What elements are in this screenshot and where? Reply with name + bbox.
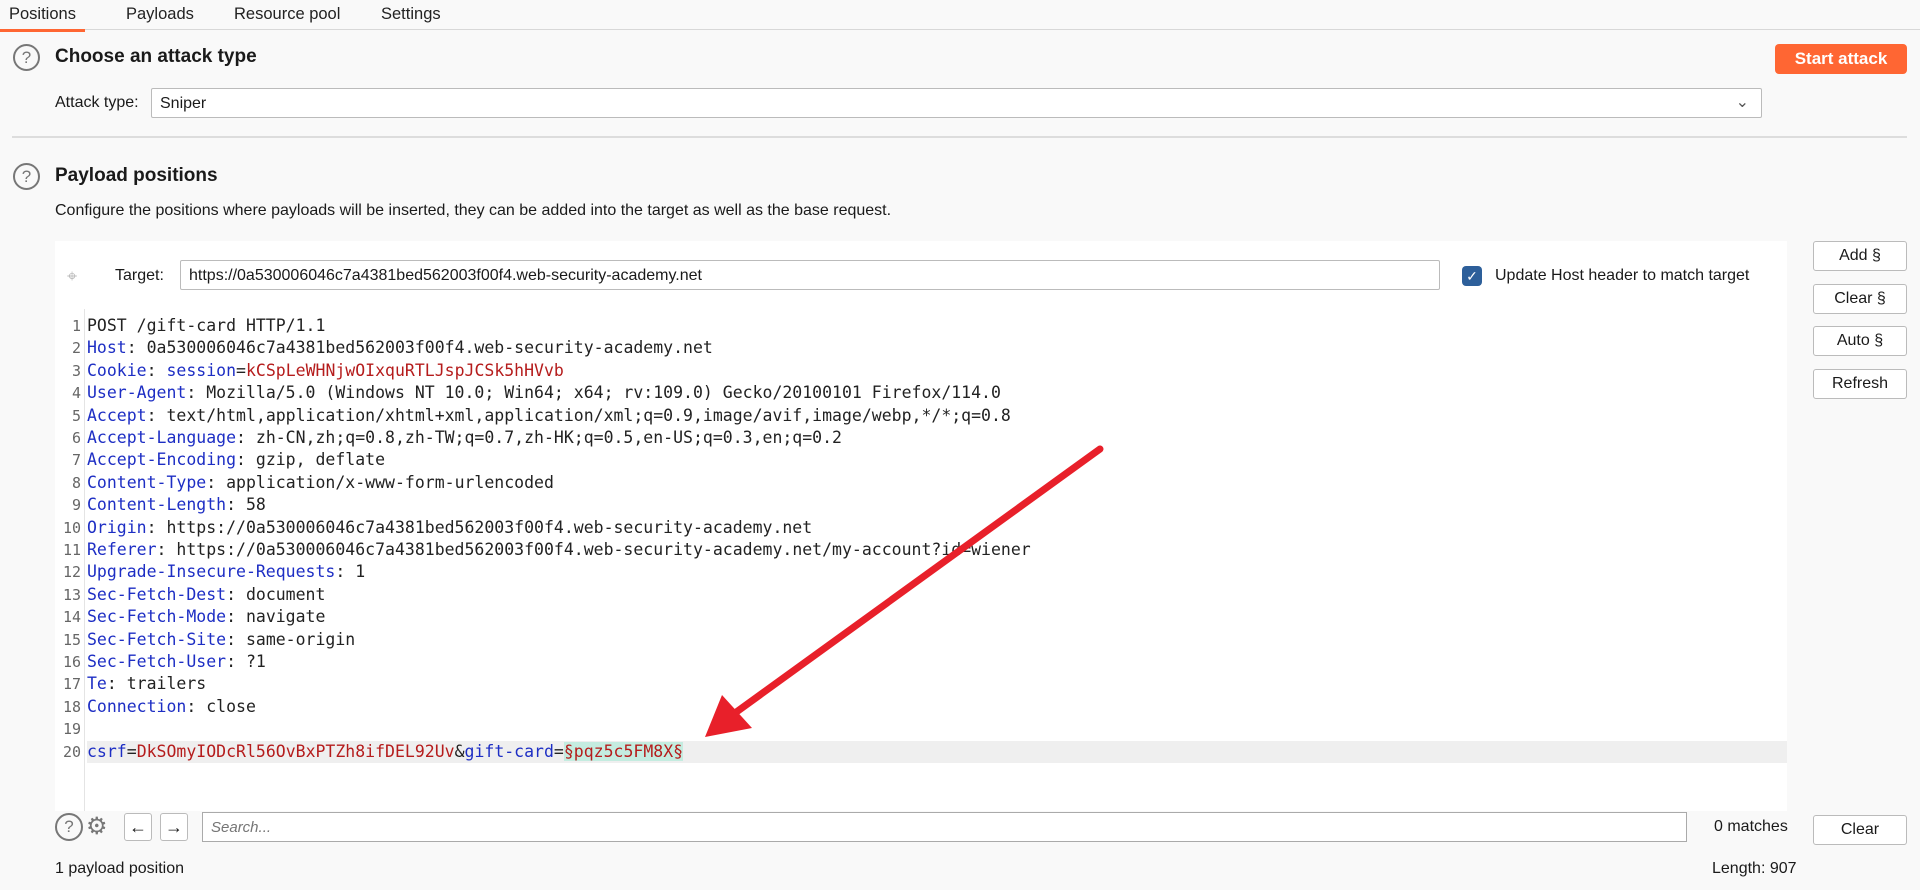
search-input[interactable] xyxy=(202,812,1687,842)
payload-position-count: 1 payload position xyxy=(55,860,184,877)
gear-icon[interactable]: ⚙ xyxy=(86,812,108,841)
arrow-head xyxy=(705,695,752,737)
match-count: 0 matches xyxy=(1714,818,1788,835)
forward-arrow-button[interactable]: → xyxy=(160,813,188,841)
arrow-shaft xyxy=(731,445,1104,717)
annotation-arrow xyxy=(705,445,1104,737)
clear-search-button[interactable]: Clear xyxy=(1813,815,1907,845)
back-arrow-button[interactable]: ← xyxy=(124,813,152,841)
help-icon[interactable]: ? xyxy=(55,813,83,841)
request-length: Length: 907 xyxy=(1712,860,1797,877)
